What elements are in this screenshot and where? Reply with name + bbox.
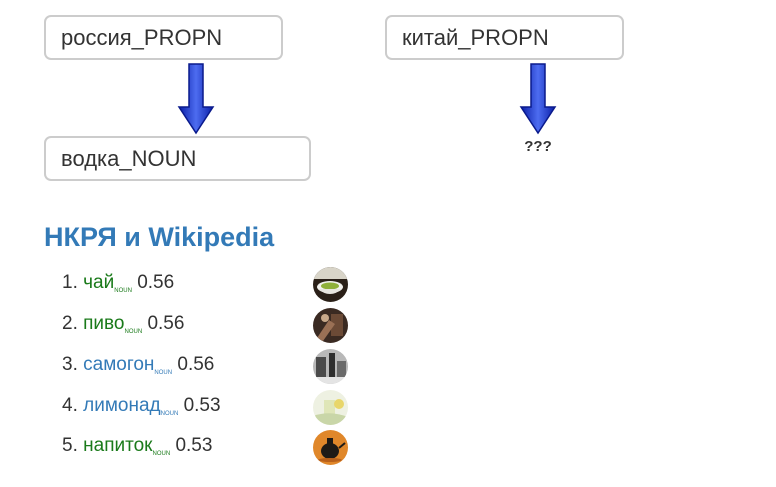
lemonade-thumbnail[interactable] <box>313 390 348 425</box>
similarity-score: 0.53 <box>183 395 221 416</box>
similarity-score: 0.53 <box>175 435 213 456</box>
result-word-link[interactable]: чайNOUN <box>83 272 132 294</box>
result-word-link[interactable]: пивоNOUN <box>83 313 143 335</box>
pos-tag: NOUN <box>114 288 132 294</box>
pos-tag: NOUN <box>160 411 179 417</box>
pos-tag: NOUN <box>154 370 173 376</box>
beer-thumbnail[interactable] <box>313 308 348 343</box>
tea-cup-thumbnail[interactable] <box>313 267 348 302</box>
rank-number: 4. <box>62 395 78 416</box>
list-item: 2. пивоNOUN 0.56 <box>62 308 362 346</box>
result-word-link[interactable]: самогонNOUN <box>83 354 173 376</box>
pos-tag: NOUN <box>152 451 171 457</box>
moonshine-still-thumbnail[interactable] <box>313 349 348 384</box>
unknown-result-label: ??? <box>524 138 552 155</box>
pos-tag: NOUN <box>124 329 143 335</box>
rank-number: 2. <box>62 313 78 334</box>
similarity-score: 0.56 <box>147 313 185 334</box>
list-item: 5. напитокNOUN 0.53 <box>62 430 362 468</box>
source-result-box: водка_NOUN <box>44 136 311 181</box>
model-title: НКРЯ и Wikipedia <box>44 222 275 252</box>
target-word-box: китай_PROPN <box>385 15 624 60</box>
list-item: 1. чайNOUN 0.56 <box>62 267 362 305</box>
rank-number: 5. <box>62 435 78 456</box>
result-word-link[interactable]: лимонадNOUN <box>83 395 179 417</box>
result-word-link[interactable]: напитокNOUN <box>83 435 171 457</box>
source-word-box: россия_PROPN <box>44 15 283 60</box>
similarity-score: 0.56 <box>137 272 175 293</box>
list-item: 3. самогонNOUN 0.56 <box>62 349 362 387</box>
down-arrow-icon <box>177 63 215 135</box>
list-item: 4. лимонадNOUN 0.53 <box>62 390 362 428</box>
rank-number: 1. <box>62 272 78 293</box>
down-arrow-icon <box>519 63 557 135</box>
similarity-score: 0.56 <box>177 354 215 375</box>
rank-number: 3. <box>62 354 78 375</box>
drink-kettle-thumbnail[interactable] <box>313 430 348 465</box>
